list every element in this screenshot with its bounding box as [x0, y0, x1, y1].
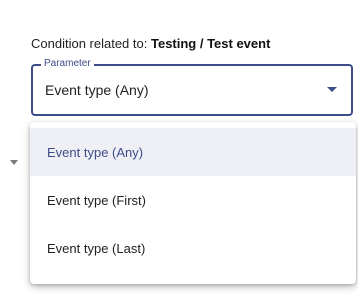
chevron-down-icon[interactable] [10, 160, 18, 165]
menu-item-label: Event type (First) [47, 192, 146, 208]
chevron-down-icon[interactable] [327, 87, 337, 92]
parameter-legend: Parameter [41, 58, 94, 70]
condition-panel: Condition related to: Testing / Test eve… [0, 0, 358, 294]
menu-item-event-type-first[interactable]: Event type (First) [30, 176, 356, 224]
condition-line: Condition related to: Testing / Test eve… [31, 36, 270, 51]
parameter-menu: Event type (Any) Event type (First) Even… [30, 122, 356, 284]
menu-item-label: Event type (Any) [47, 144, 144, 160]
parameter-select[interactable]: Parameter Event type (Any) [31, 58, 353, 116]
condition-prefix: Condition related to: [31, 36, 148, 51]
page: Condition related to: Testing / Test eve… [0, 0, 358, 294]
menu-item-label: Event type (Last) [47, 240, 146, 256]
parameter-value: Event type (Any) [45, 82, 149, 98]
menu-item-event-type-last[interactable]: Event type (Last) [30, 224, 356, 272]
menu-item-event-type-any[interactable]: Event type (Any) [30, 128, 356, 176]
condition-target: Testing / Test event [150, 36, 271, 51]
